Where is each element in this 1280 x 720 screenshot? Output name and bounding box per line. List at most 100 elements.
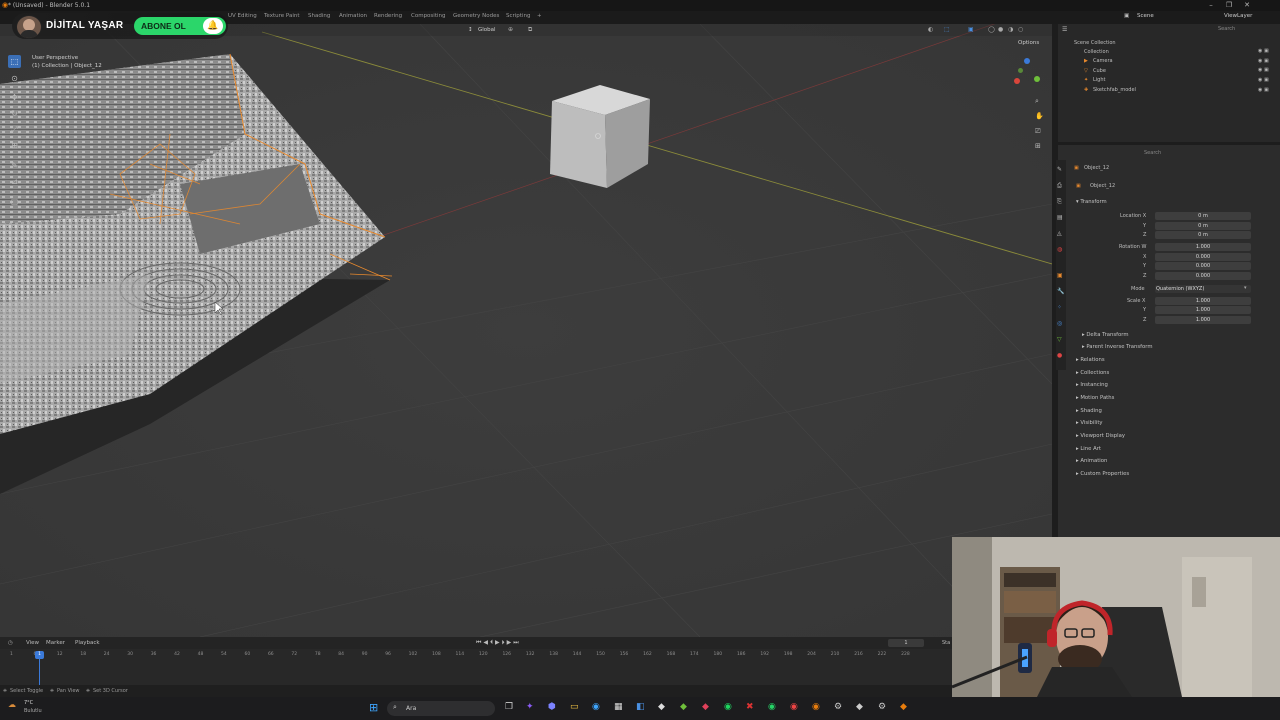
timeline-editor-icon[interactable]: ◷ xyxy=(8,640,13,646)
animation-section[interactable]: ▸ Animation xyxy=(1076,458,1107,464)
snap-icon[interactable]: ⧉ xyxy=(528,26,532,34)
modifier-tab-icon[interactable]: 🔧 xyxy=(1057,288,1064,295)
xray-icon[interactable]: ▣ xyxy=(968,26,974,33)
chrome-icon[interactable]: ◉ xyxy=(790,702,798,712)
physics-tab-icon[interactable]: ◎ xyxy=(1057,320,1062,327)
file-explorer-icon[interactable]: ▭ xyxy=(570,702,579,712)
ortho-toggle-icon[interactable]: ⊞ xyxy=(1035,142,1041,150)
outliner-search-field[interactable]: Search xyxy=(1218,26,1235,32)
taskbar-search-box[interactable]: ⌕ Ara xyxy=(387,701,495,716)
y-axis-handle[interactable] xyxy=(1034,76,1040,82)
camera-view-icon[interactable]: ⎚ xyxy=(1035,127,1041,136)
timeline-marker-menu[interactable]: Marker xyxy=(46,640,65,646)
windows-start-icon[interactable]: ⊞ xyxy=(369,701,378,714)
x-axis-handle[interactable] xyxy=(1014,78,1020,84)
copilot-icon[interactable]: ✦ xyxy=(526,702,534,712)
world-tab-icon[interactable]: ◍ xyxy=(1057,246,1062,253)
rotate-tool-icon[interactable]: ↻ xyxy=(8,107,21,120)
visibility-eye-icon[interactable]: ◉ ▣ xyxy=(1258,67,1269,73)
visibility-eye-icon[interactable]: ◉ ▣ xyxy=(1258,48,1269,54)
outliner-editor-icon[interactable]: ☰ xyxy=(1062,26,1067,33)
app-icon[interactable]: ◆ xyxy=(702,702,709,712)
tab-animation[interactable]: Animation xyxy=(339,13,367,19)
properties-search-field[interactable]: Search xyxy=(1144,150,1161,156)
visibility-eye-icon[interactable]: ◉ ▣ xyxy=(1258,87,1269,93)
object-tab-icon[interactable]: ▣ xyxy=(1057,272,1063,279)
outliner-item-cube[interactable]: Cube xyxy=(1093,68,1106,74)
outliner-item-sketchfab-model[interactable]: Sketchfab_model xyxy=(1093,87,1136,93)
visibility-icon[interactable]: ◐ xyxy=(928,26,933,33)
timeline-view-menu[interactable]: View xyxy=(26,640,39,646)
start-frame-label[interactable]: Sta xyxy=(942,640,950,646)
motion-paths-section[interactable]: ▸ Motion Paths xyxy=(1076,395,1114,401)
measure-tool-icon[interactable]: ⊿ xyxy=(8,175,21,188)
visibility-eye-icon[interactable]: ◉ ▣ xyxy=(1258,77,1269,83)
instancing-section[interactable]: ▸ Instancing xyxy=(1076,382,1108,388)
material-tab-icon[interactable]: ● xyxy=(1057,352,1062,359)
close-icon[interactable]: ✕ xyxy=(1240,1,1254,10)
object-name-field[interactable]: Object_12 xyxy=(1090,183,1115,189)
neg-y-axis-handle[interactable] xyxy=(1018,68,1023,73)
tab-shading[interactable]: Shading xyxy=(308,13,330,19)
viewport-scene[interactable] xyxy=(0,24,1052,637)
delta-transform-section[interactable]: ▸ Delta Transform xyxy=(1082,332,1129,338)
teams-icon[interactable]: ⬢ xyxy=(548,702,556,712)
line-art-section[interactable]: ▸ Line Art xyxy=(1076,446,1101,452)
pivot-point-icon[interactable]: ⊕ xyxy=(508,26,513,33)
blender-icon[interactable]: ◉ xyxy=(812,702,820,712)
render-shading-icon[interactable]: ○ xyxy=(1018,26,1023,33)
app-icon[interactable]: ◆ xyxy=(658,702,665,712)
timeline-playback-menu[interactable]: Playback xyxy=(75,640,100,646)
visibility-section[interactable]: ▸ Visibility xyxy=(1076,420,1103,426)
app-icon[interactable]: ◆ xyxy=(680,702,687,712)
app-icon[interactable]: ⚙ xyxy=(878,702,886,712)
scene-selector[interactable]: Scene xyxy=(1137,13,1154,19)
parent-inverse-section[interactable]: ▸ Parent Inverse Transform xyxy=(1082,344,1153,350)
weather-icon[interactable]: ☁ xyxy=(8,700,16,709)
playback-controls[interactable]: ⏮◀⏴▶⏵▶⏭ xyxy=(476,639,521,647)
add-cube-tool-icon[interactable]: ▢ xyxy=(8,195,21,208)
transform-tool-icon[interactable]: ⊞ xyxy=(8,139,21,152)
tab-geometry-nodes[interactable]: Geometry Nodes xyxy=(453,13,499,19)
viewport-display-section[interactable]: ▸ Viewport Display xyxy=(1076,433,1125,439)
material-shading-icon[interactable]: ◑ xyxy=(1008,26,1013,33)
visibility-eye-icon[interactable]: ◉ ▣ xyxy=(1258,58,1269,64)
app-icon[interactable]: ◆ xyxy=(856,702,863,712)
options-menu[interactable]: Options xyxy=(1018,40,1039,46)
relations-section[interactable]: ▸ Relations xyxy=(1076,357,1105,363)
outliner-item-light[interactable]: Light xyxy=(1093,77,1105,83)
tab-compositing[interactable]: Compositing xyxy=(411,13,445,19)
photoshop-icon[interactable]: ◧ xyxy=(636,702,645,712)
scene-icon[interactable]: ▣ xyxy=(1124,13,1129,19)
outliner-item-camera[interactable]: Camera xyxy=(1093,58,1113,64)
app-icon[interactable]: ◆ xyxy=(900,702,907,712)
output-tab-icon[interactable]: ⎘ xyxy=(1057,198,1062,206)
zoom-icon[interactable]: ⌕ xyxy=(1035,97,1039,106)
gizmo-toggle-icon[interactable]: ⬚ xyxy=(944,26,950,33)
edge-icon[interactable]: ◉ xyxy=(592,702,600,712)
transform-section-header[interactable]: ▾ Transform xyxy=(1076,199,1107,205)
scale-tool-icon[interactable]: ⤢ xyxy=(8,123,21,136)
bell-icon[interactable]: 🔔 xyxy=(203,18,223,34)
tab-uv-editing[interactable]: UV Editing xyxy=(228,13,257,19)
app-icon[interactable]: ✖ xyxy=(746,702,754,712)
solid-shading-icon[interactable]: ● xyxy=(998,26,1003,33)
data-tab-icon[interactable]: ▽ xyxy=(1057,336,1062,343)
z-axis-handle[interactable] xyxy=(1024,58,1030,64)
tab-rendering[interactable]: Rendering xyxy=(374,13,402,19)
view-layer-selector[interactable]: ViewLayer xyxy=(1224,13,1252,19)
whatsapp-icon[interactable]: ◉ xyxy=(768,702,776,712)
settings-icon[interactable]: ⚙ xyxy=(834,702,842,712)
select-box-icon[interactable]: ⬚ xyxy=(8,55,21,68)
shading-section[interactable]: ▸ Shading xyxy=(1076,408,1102,414)
spotify-icon[interactable]: ◉ xyxy=(724,702,732,712)
wireframe-shading-icon[interactable]: ◯ xyxy=(988,26,995,33)
outliner-item-scene-collection[interactable]: Scene Collection xyxy=(1074,40,1116,46)
tab-scripting[interactable]: Scripting xyxy=(506,13,530,19)
annotate-tool-icon[interactable]: ✎ xyxy=(8,159,21,172)
task-view-icon[interactable]: ❐ xyxy=(505,702,513,712)
add-workspace-button[interactable]: + xyxy=(537,13,542,19)
3d-viewport[interactable] xyxy=(0,24,1052,637)
custom-properties-section[interactable]: ▸ Custom Properties xyxy=(1076,471,1129,477)
collections-section[interactable]: ▸ Collections xyxy=(1076,370,1109,376)
